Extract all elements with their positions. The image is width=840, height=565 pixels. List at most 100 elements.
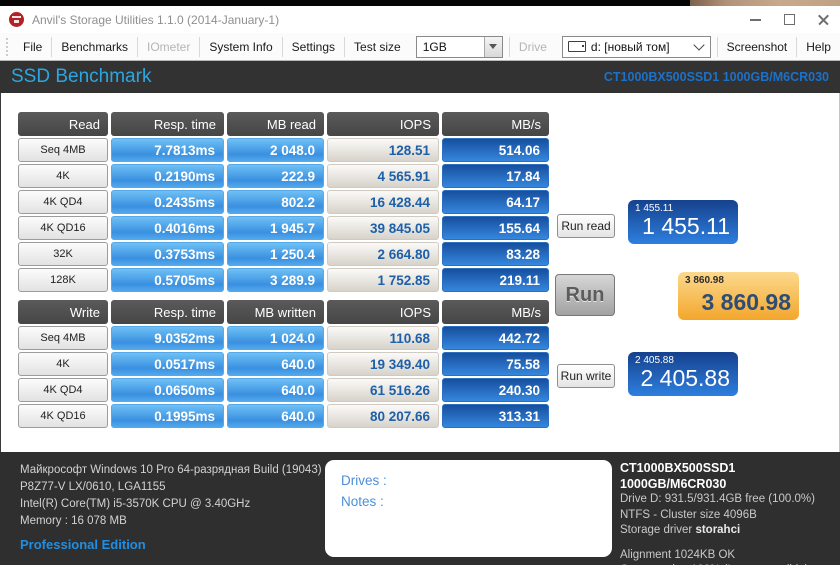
storage-driver-label: Storage driver [620, 524, 693, 536]
read-row-label[interactable]: 4K QD16 [18, 216, 108, 240]
os-line: Майкрософт Windows 10 Pro 64-разрядная B… [20, 464, 322, 476]
read-header-resp-time: Resp. time [111, 112, 224, 136]
write-resp-time-cell: 0.0650ms [111, 378, 224, 402]
menu-settings[interactable]: Settings [283, 40, 344, 54]
test-size-value: 1GB [422, 39, 447, 54]
window-controls [738, 6, 840, 33]
run-write-button[interactable]: Run write [557, 364, 615, 388]
drive-info: CT1000BX500SSD1 1000GB/M6CR030 Drive D: … [620, 461, 840, 565]
read-header: Read [18, 112, 108, 136]
storage-driver-value: storahci [695, 524, 741, 536]
alignment-line: Alignment 1024KB OK [620, 548, 736, 561]
test-size-select[interactable]: 1GB [415, 35, 503, 58]
minimize-button[interactable] [738, 6, 772, 33]
read-volume-cell: 222.9 [227, 164, 324, 188]
write-header-mbs: MB/s [442, 300, 549, 324]
read-mbs-cell: 64.17 [442, 190, 549, 214]
write-volume-cell: 640.0 [227, 378, 324, 402]
menu-file[interactable]: File [14, 40, 51, 54]
write-volume-cell: 1 024.0 [227, 326, 324, 350]
footer-panel: Майкрософт Windows 10 Pro 64-разрядная B… [0, 452, 840, 565]
read-resp-time-cell: 0.3753ms [111, 242, 224, 266]
write-mbs-cell: 313.31 [442, 404, 549, 428]
menu-iometer: IOmeter [147, 39, 191, 54]
storage-driver-line: Storage driver storahci [620, 523, 840, 539]
read-volume-cell: 2 048.0 [227, 138, 324, 162]
menu-screenshot[interactable]: Screenshot [718, 40, 797, 54]
app-icon [9, 12, 24, 27]
dropdown-arrow-icon [489, 44, 498, 49]
run-read-button[interactable]: Run read [557, 214, 615, 238]
read-mbs-cell: 83.28 [442, 242, 549, 266]
memory-line: Memory : 16 078 MB [20, 515, 127, 527]
app-window: Anvil's Storage Utilities 1.1.0 (2014-Ja… [0, 0, 840, 565]
test-size-dropdown-button[interactable] [483, 36, 502, 57]
menu-help[interactable]: Help [797, 40, 840, 54]
minimize-icon [749, 18, 761, 21]
read-row-label[interactable]: 4K QD4 [18, 190, 108, 214]
read-header-mbs: MB/s [442, 112, 549, 136]
edition-label: Professional Edition [20, 537, 146, 552]
motherboard-line: P8Z77-V LX/0610, LGA1155 [20, 481, 166, 493]
filesystem-line: NTFS - Cluster size 4096B [620, 508, 757, 521]
read-row-label[interactable]: Seq 4MB [18, 138, 108, 162]
notes-label: Notes : [341, 494, 384, 509]
close-button[interactable] [806, 6, 840, 33]
drive-capacity-line: Drive D: 931.5/931.4GB free (100.0%) [620, 493, 815, 505]
total-score-small: 3 860.98 [685, 275, 724, 286]
read-iops-cell: 2 664.80 [327, 242, 439, 266]
maximize-button[interactable] [772, 6, 806, 33]
read-resp-time-cell: 0.5705ms [111, 268, 224, 292]
benchmark-header-band: SSD Benchmark CT1000BX500SSD1 1000GB/M6C… [0, 61, 840, 93]
write-row-label[interactable]: 4K QD4 [18, 378, 108, 402]
toolbar-gripper [6, 37, 10, 56]
read-volume-cell: 1 945.7 [227, 216, 324, 240]
read-volume-cell: 802.2 [227, 190, 324, 214]
drives-notes-box[interactable]: Drives : Notes : [325, 460, 612, 557]
read-score-box: 1 455.11 1 455.11 [628, 200, 738, 244]
write-row-label[interactable]: Seq 4MB [18, 326, 108, 350]
read-row-label[interactable]: 128K [18, 268, 108, 292]
test-size-label: Test size [354, 39, 401, 54]
read-resp-time-cell: 7.7813ms [111, 138, 224, 162]
read-resp-time-cell: 0.4016ms [111, 216, 224, 240]
read-volume-cell: 3 289.9 [227, 268, 324, 292]
write-iops-cell: 61 516.26 [327, 378, 439, 402]
read-row-label[interactable]: 32K [18, 242, 108, 266]
write-header-mb-written: MB written [227, 300, 324, 324]
menu-benchmarks[interactable]: Benchmarks [52, 40, 137, 54]
drive-select[interactable]: d: [новый том] [561, 35, 711, 58]
write-mbs-cell: 442.72 [442, 326, 549, 350]
write-resp-time-cell: 0.0517ms [111, 352, 224, 376]
maximize-icon [783, 14, 795, 25]
total-score-box: 3 860.98 3 860.98 [678, 272, 799, 320]
read-iops-cell: 16 428.44 [327, 190, 439, 214]
read-mbs-cell: 17.84 [442, 164, 549, 188]
write-score-box: 2 405.88 2 405.88 [628, 352, 738, 396]
system-info: Майкрософт Windows 10 Pro 64-разрядная B… [20, 462, 322, 553]
write-row-label[interactable]: 4K [18, 352, 108, 376]
read-iops-cell: 128.51 [327, 138, 439, 162]
read-row-label[interactable]: 4K [18, 164, 108, 188]
menu-system-info[interactable]: System Info [200, 40, 281, 54]
read-header-mb-read: MB read [227, 112, 324, 136]
drive-value: d: [новый том] [590, 39, 670, 54]
write-iops-cell: 110.68 [327, 326, 439, 350]
page-title: SSD Benchmark [11, 66, 152, 87]
read-score: 1 455.11 [642, 213, 730, 239]
read-mbs-cell: 155.64 [442, 216, 549, 240]
window-title: Anvil's Storage Utilities 1.1.0 (2014-Ja… [32, 12, 280, 27]
read-resp-time-cell: 0.2190ms [111, 164, 224, 188]
write-row-label[interactable]: 4K QD16 [18, 404, 108, 428]
read-header-iops: IOPS [327, 112, 439, 136]
titlebar: Anvil's Storage Utilities 1.1.0 (2014-Ja… [0, 6, 840, 33]
write-volume-cell: 640.0 [227, 352, 324, 376]
write-resp-time-cell: 0.1995ms [111, 404, 224, 428]
read-resp-time-cell: 0.2435ms [111, 190, 224, 214]
chevron-down-icon [692, 39, 705, 51]
menubar: File Benchmarks IOmeter System Info Sett… [0, 33, 840, 61]
write-volume-cell: 640.0 [227, 404, 324, 428]
read-iops-cell: 1 752.85 [327, 268, 439, 292]
run-button[interactable]: Run [555, 274, 615, 316]
